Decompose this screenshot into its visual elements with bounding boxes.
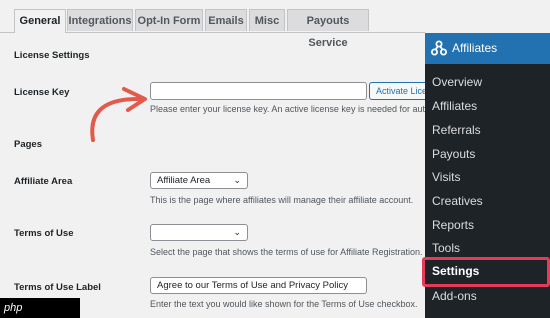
affiliate-area-select[interactable]: Affiliate Area ⌄ xyxy=(150,172,248,189)
terms-of-use-label-description: Enter the text you would like shown for … xyxy=(150,299,418,309)
terms-of-use-label-input[interactable]: Agree to our Terms of Use and Privacy Po… xyxy=(150,277,367,294)
chevron-down-icon: ⌄ xyxy=(233,175,241,185)
affiliates-menu-header[interactable]: Affiliates xyxy=(425,33,550,64)
terms-of-use-label: Terms of Use xyxy=(14,228,74,239)
watermark-text: php xyxy=(4,302,23,314)
menu-item-add-ons[interactable]: Add-ons xyxy=(432,289,477,303)
menu-item-visits[interactable]: Visits xyxy=(432,170,460,184)
pages-heading: Pages xyxy=(14,139,42,150)
affiliate-area-selected: Affiliate Area xyxy=(157,175,211,186)
menu-item-overview[interactable]: Overview xyxy=(432,75,482,89)
menu-item-creatives[interactable]: Creatives xyxy=(432,194,483,208)
watermark-logo: php xyxy=(0,298,80,318)
settings-highlight-box: Settings xyxy=(422,257,550,287)
menu-item-affiliates[interactable]: Affiliates xyxy=(432,99,477,113)
menu-item-referrals[interactable]: Referrals xyxy=(432,123,481,137)
terms-of-use-label-label: Terms of Use Label xyxy=(14,282,101,293)
affiliate-area-description: This is the page where affiliates will m… xyxy=(150,195,414,205)
affiliatewp-logo-icon xyxy=(431,40,447,56)
terms-of-use-select[interactable]: ⌄ xyxy=(150,224,248,241)
menu-item-reports[interactable]: Reports xyxy=(432,218,474,232)
terms-of-use-description: Select the page that shows the terms of … xyxy=(150,247,423,257)
affiliate-area-label: Affiliate Area xyxy=(14,176,73,187)
menu-item-payouts[interactable]: Payouts xyxy=(432,147,475,161)
affiliates-menu-title: Affiliates xyxy=(452,41,498,55)
chevron-down-icon: ⌄ xyxy=(233,227,241,237)
menu-item-settings[interactable]: Settings xyxy=(432,264,479,278)
menu-item-tools[interactable]: Tools xyxy=(432,241,460,255)
